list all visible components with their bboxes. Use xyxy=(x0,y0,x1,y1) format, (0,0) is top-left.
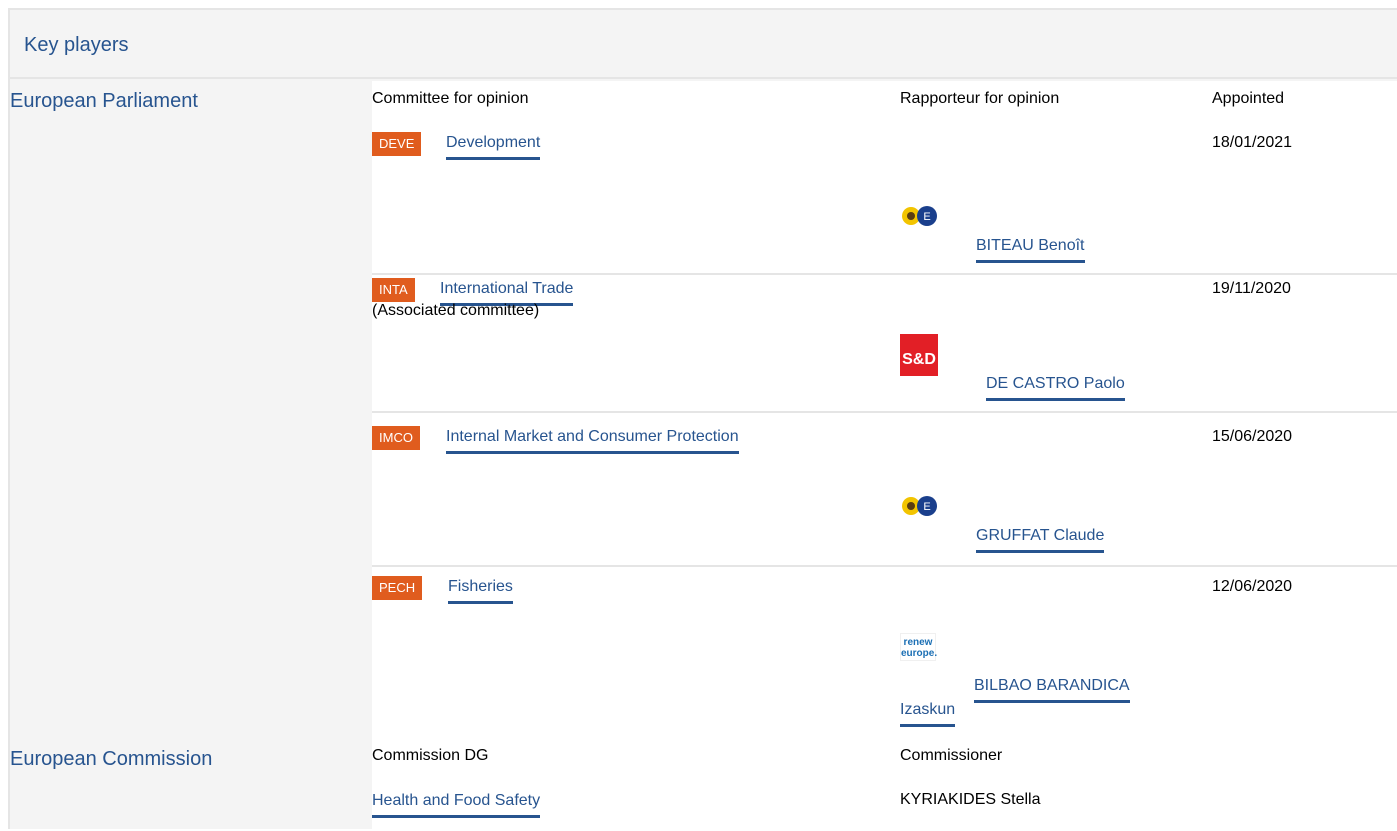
commissioner-name: KYRIAKIDES Stella xyxy=(900,791,1041,808)
renew-logo-text: europe. xyxy=(901,648,938,659)
rapporteur-link[interactable]: BITEAU Benoît xyxy=(976,236,1085,263)
committee-link-development[interactable]: Development xyxy=(446,133,541,160)
svg-text:E: E xyxy=(923,211,930,223)
s-and-d-logo: S&D xyxy=(900,334,938,376)
key-players-panel: Key players European Parliament European… xyxy=(8,8,1397,831)
rapporteur-link[interactable]: GRUFFAT Claude xyxy=(976,526,1105,553)
col-header-commissioner: Commissioner xyxy=(900,747,1003,764)
committee-link-fisheries[interactable]: Fisheries xyxy=(448,577,513,604)
committee-badge-inta: INTA xyxy=(372,278,415,302)
players-table: Committee for opinion Rapporteur for opi… xyxy=(372,81,1397,831)
rapporteur-link[interactable]: DE CASTRO Paolo xyxy=(986,374,1125,401)
appointed-date: 15/06/2020 xyxy=(1212,428,1293,445)
dg-link-health-food-safety[interactable]: Health and Food Safety xyxy=(372,791,541,818)
committee-badge-imco: IMCO xyxy=(372,426,420,450)
rapporteur-link-continued[interactable]: Izaskun xyxy=(900,700,956,727)
committee-badge-pech: PECH xyxy=(372,576,423,600)
row-divider xyxy=(372,565,1397,567)
svg-text:E: E xyxy=(923,501,930,513)
col-header-commission-dg: Commission DG xyxy=(372,747,489,764)
panel-header: Key players xyxy=(10,10,1397,79)
col-header-rapporteur: Rapporteur for opinion xyxy=(900,90,1060,107)
associated-committee-note: (Associated committee) xyxy=(372,302,540,319)
committee-badge-deve: DEVE xyxy=(372,132,422,156)
appointed-date: 18/01/2021 xyxy=(1212,134,1293,151)
greens-efa-logo: E xyxy=(902,206,937,226)
panel-title: Key players xyxy=(24,34,129,56)
appointed-date: 19/11/2020 xyxy=(1212,280,1291,297)
renew-europe-logo: renew europe. xyxy=(900,633,938,661)
committee-link-internal-market[interactable]: Internal Market and Consumer Protection xyxy=(446,427,739,454)
org-european-parliament: European Parliament xyxy=(10,90,198,112)
col-header-committee: Committee for opinion xyxy=(372,90,529,107)
row-divider xyxy=(372,273,1397,275)
org-european-commission: European Commission xyxy=(10,748,213,770)
renew-logo-text: renew xyxy=(903,637,933,648)
greens-efa-logo: E xyxy=(902,496,937,516)
appointed-date: 12/06/2020 xyxy=(1212,578,1293,595)
col-header-appointed: Appointed xyxy=(1212,90,1285,107)
row-divider xyxy=(372,411,1397,413)
rapporteur-link[interactable]: BILBAO BARANDICA xyxy=(974,676,1130,703)
